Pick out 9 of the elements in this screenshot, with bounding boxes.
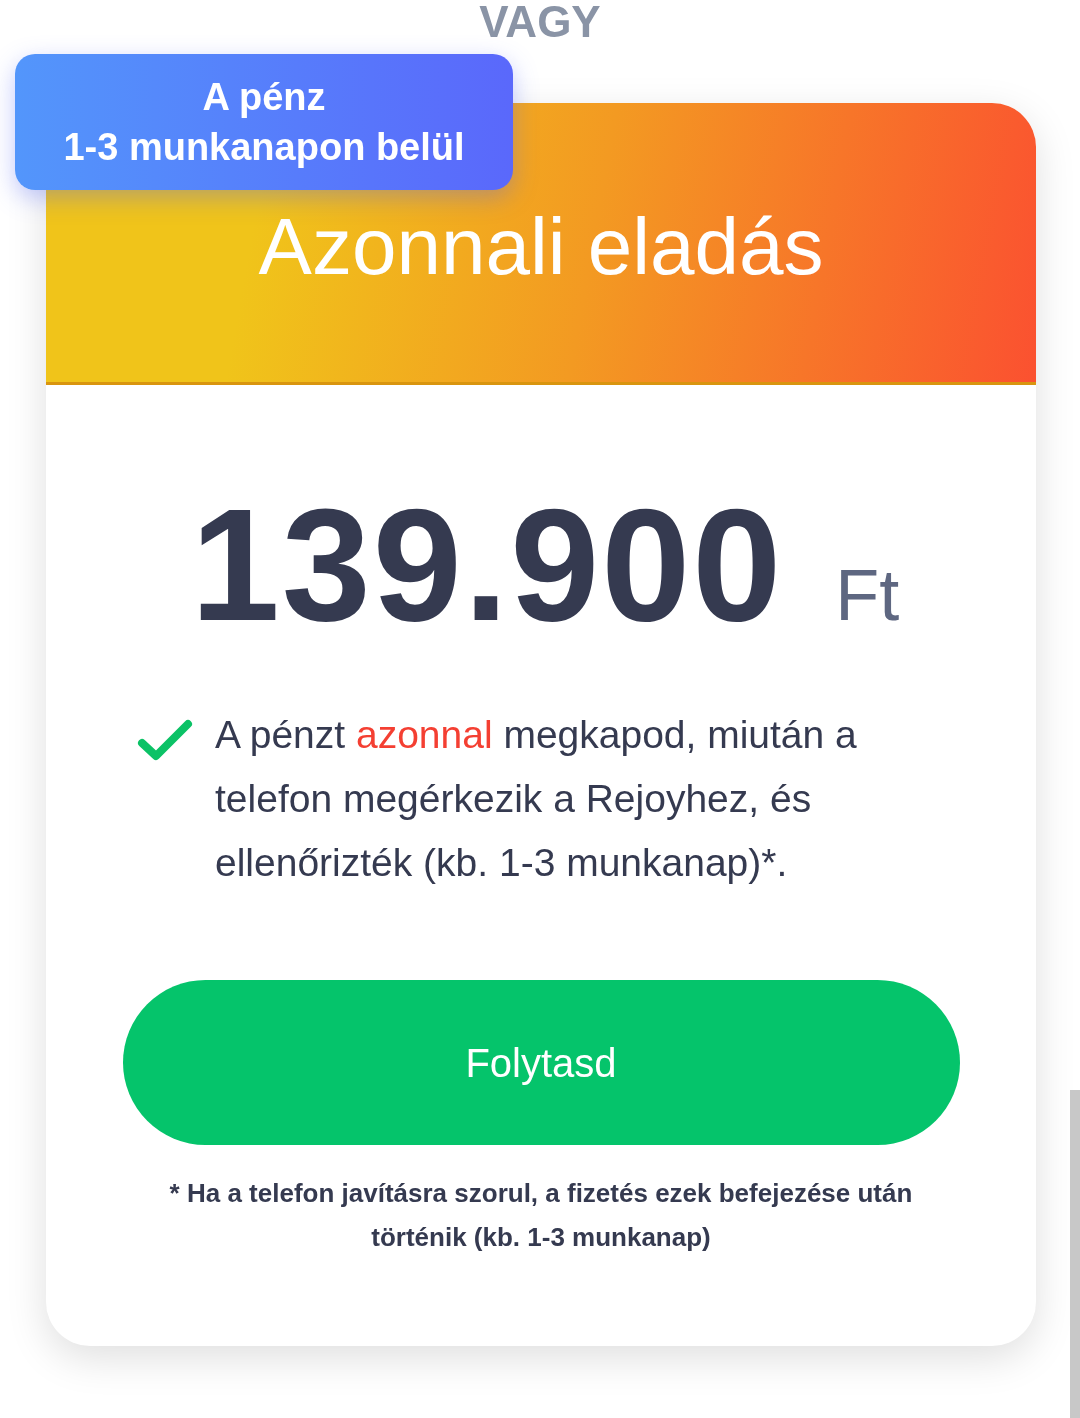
info-badge: A pénz 1-3 munkanapon belül — [15, 54, 513, 190]
check-icon — [137, 719, 193, 761]
card-title: Azonnali eladás — [258, 200, 824, 287]
price-amount: 139.900 — [190, 485, 784, 645]
footnote-text: * Ha a telefon javításra szorul, a fizetés ezek befejezése után történik (kb. 1-3 munkanap) — [168, 1177, 914, 1254]
continue-button[interactable]: Folytasd — [122, 980, 960, 1145]
price-currency: Ft — [835, 559, 900, 631]
feature-text: A pénzt azonnal megkapod, miután a telefon megérkezik a Rejoyhez, és ellenőrizték (kb. 1-3 munkanap)*. — [215, 712, 858, 886]
divider-label: VAGY — [479, 0, 601, 44]
